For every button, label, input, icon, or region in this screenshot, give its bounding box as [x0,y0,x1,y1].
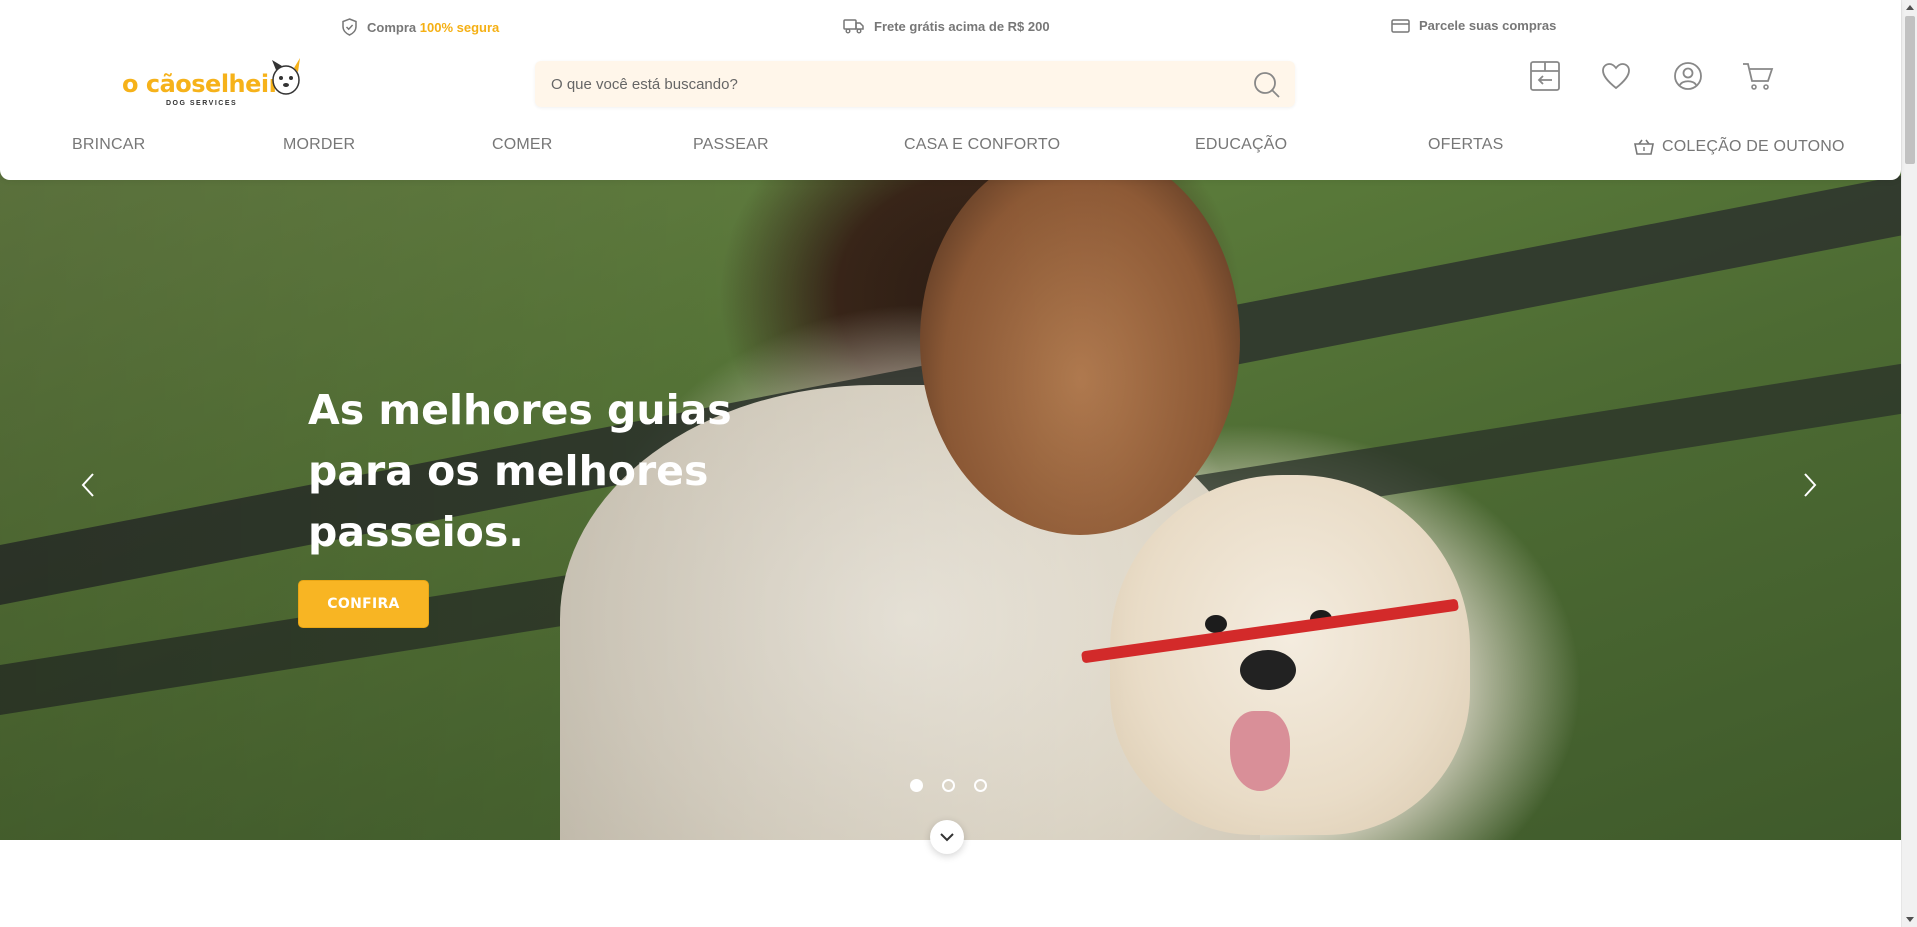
nav-item-ofertas[interactable]: OFERTAS [1428,136,1504,154]
free-shipping-info: Frete grátis acima de R$ 200 [843,18,1050,34]
hero-headline: As melhores guias para os melhores passe… [308,380,768,563]
nav-item-brincar[interactable]: BRINCAR [72,136,145,154]
shield-check-icon [342,18,357,36]
nav-item-comer[interactable]: COMER [492,136,553,154]
search-bar [535,61,1295,107]
carousel-dot-2[interactable] [942,779,955,792]
headline-line: As melhores guias [308,386,732,434]
search-input[interactable] [551,61,1231,107]
hero-carousel [0,145,1901,840]
secure-purchase-text: Compra 100% segura [367,19,500,35]
main-nav: BRINCAR MORDER COMER PASSEAR CASA E CONF… [0,136,1901,162]
carousel-dot-1[interactable] [910,779,923,792]
headline-line: passeios. [308,508,524,556]
nav-item-educacao[interactable]: EDUCAÇÃO [1195,136,1287,154]
scroll-up-arrow[interactable] [1906,5,1914,10]
dog-face-logo-icon [272,58,300,95]
carousel-dots [910,779,987,792]
scroll-down-arrow[interactable] [1906,917,1914,922]
user-icon[interactable] [1670,58,1706,94]
top-info-bar: Compra 100% segura Frete grátis acima de… [0,18,1901,38]
logo-tagline: DOG SERVICES [166,100,238,107]
nav-item-label: COLEÇÃO DE OUTONO [1662,138,1845,155]
basket-icon [1634,139,1654,155]
chevron-down-icon[interactable] [930,820,964,854]
credit-card-icon [1391,18,1410,33]
nav-item-passear[interactable]: PASSEAR [693,136,769,154]
chevron-left-icon[interactable] [76,470,100,500]
nav-item-colecao-de-outono[interactable]: COLEÇÃO DE OUTONO [1634,138,1845,156]
nav-item-morder[interactable]: MORDER [283,136,355,154]
site-logo[interactable]: o cãoselheiro DOG SERVICES [122,56,304,112]
secure-purchase-info: Compra 100% segura [341,18,499,36]
chevron-right-icon[interactable] [1798,470,1822,500]
page-scrollbar[interactable] [1901,0,1917,927]
installments-info: Parcele suas compras [1391,18,1556,33]
cart-icon[interactable] [1740,58,1776,94]
heart-icon[interactable] [1598,58,1634,94]
search-icon[interactable] [1253,71,1281,104]
headline-line: para os melhores [308,447,709,495]
secure-highlight: 100% segura [419,19,500,35]
confira-button[interactable]: CONFIRA [298,580,429,628]
carousel-dot-3[interactable] [974,779,987,792]
scrollbar-thumb[interactable] [1905,16,1915,164]
truck-icon [843,19,864,34]
installments-text: Parcele suas compras [1419,18,1557,33]
free-shipping-text: Frete grátis acima de R$ 200 [874,18,1050,34]
site-header: Compra 100% segura Frete grátis acima de… [0,0,1901,180]
box-return-icon[interactable] [1527,58,1563,94]
nav-item-casa-e-conforto[interactable]: CASA E CONFORTO [904,136,1060,154]
hero-overlay [0,145,1901,840]
